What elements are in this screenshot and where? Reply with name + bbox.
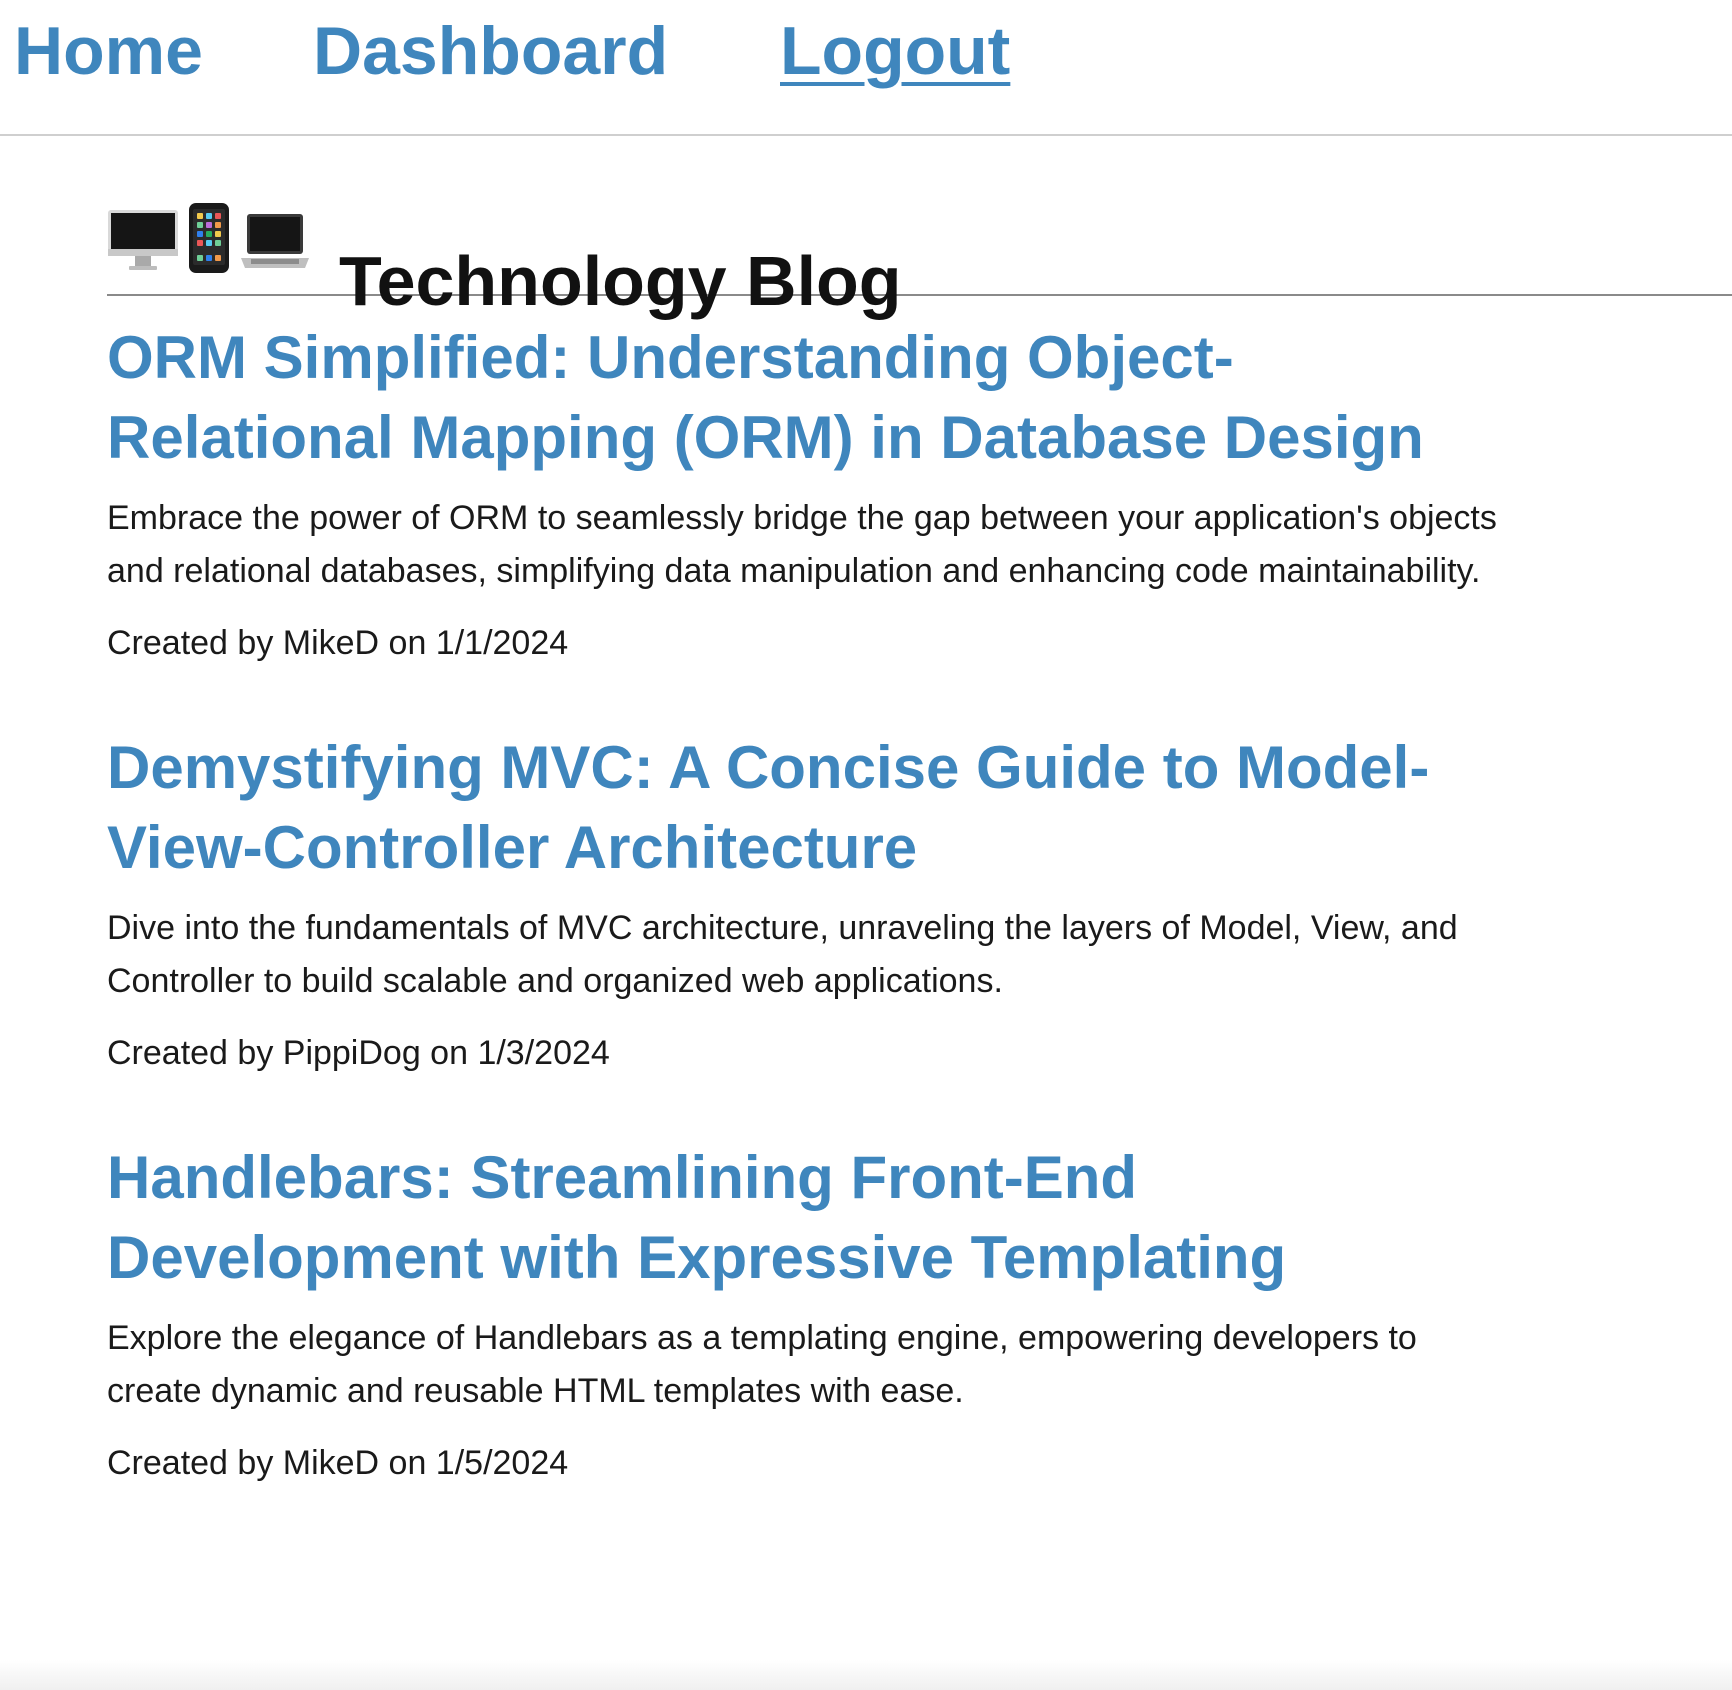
blog-title: Technology Blog — [339, 241, 902, 320]
post-title-link[interactable]: Handlebars: Streamlining Front-End Devel… — [107, 1138, 1507, 1298]
post-title-link[interactable]: Demystifying MVC: A Concise Guide to Mod… — [107, 728, 1507, 888]
desktop-computer-icon — [108, 210, 178, 270]
blog-header: Technology Blog — [107, 196, 1732, 319]
top-navigation: Home Dashboard Logout — [0, 0, 1732, 136]
nav-home-link[interactable]: Home — [14, 14, 203, 89]
post-card: ORM Simplified: Understanding Object-Rel… — [107, 318, 1507, 664]
post-title-link[interactable]: ORM Simplified: Understanding Object-Rel… — [107, 318, 1507, 478]
post-meta: Created by MikeD on 1/5/2024 — [107, 1444, 569, 1482]
post-summary: Explore the elegance of Handlebars as a … — [107, 1319, 1417, 1410]
post-meta: Created by PippiDog on 1/3/2024 — [107, 1034, 610, 1072]
post-summary: Embrace the power of ORM to seamlessly b… — [107, 499, 1497, 590]
post-card: Demystifying MVC: A Concise Guide to Mod… — [107, 728, 1507, 1074]
nav-dashboard-link[interactable]: Dashboard — [313, 14, 668, 89]
post-list: ORM Simplified: Understanding Object-Rel… — [107, 318, 1507, 1548]
post-meta: Created by MikeD on 1/1/2024 — [107, 624, 569, 662]
mobile-phone-icon — [189, 203, 229, 273]
laptop-icon — [241, 214, 309, 268]
post-summary: Dive into the fundamentals of MVC archit… — [107, 909, 1458, 1000]
blog-icons — [107, 202, 311, 274]
post-card: Handlebars: Streamlining Front-End Devel… — [107, 1138, 1507, 1484]
nav-logout-link[interactable]: Logout — [780, 14, 1010, 89]
scroll-fade — [0, 1660, 1732, 1690]
